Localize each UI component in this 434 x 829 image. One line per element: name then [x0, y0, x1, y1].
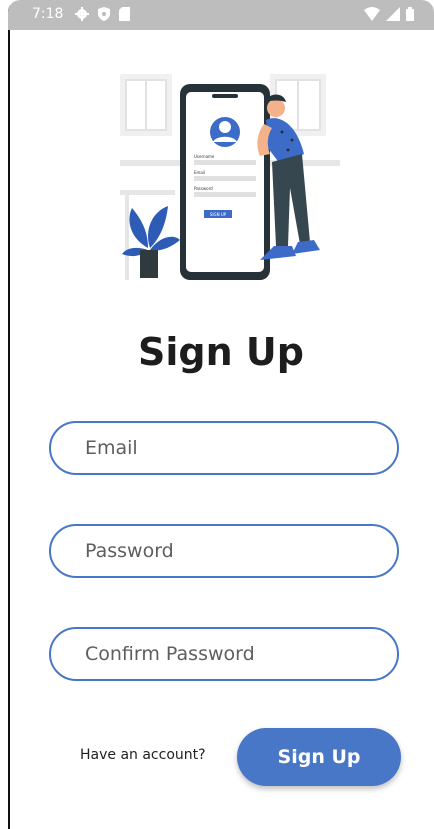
phone-field-label: Email [194, 170, 205, 175]
status-icons-right [364, 7, 414, 21]
plant-leaf [129, 208, 148, 248]
have-account-link[interactable]: Have an account? [80, 747, 206, 763]
email-field[interactable] [49, 421, 399, 475]
phone-field-label: Password [194, 186, 213, 191]
person-legs [272, 154, 310, 246]
sim-card-icon [119, 7, 130, 21]
phone-field-label: Username [194, 154, 215, 159]
phone-signup-text: SIGN UP [210, 212, 227, 217]
status-bar: 7:18 [8, 0, 434, 30]
status-time: 7:18 [32, 6, 64, 22]
signal-icon [386, 7, 400, 21]
person-head [267, 99, 285, 117]
sign-up-button[interactable]: Sign Up [237, 728, 401, 786]
email-input[interactable] [51, 423, 397, 473]
shield-icon [98, 7, 110, 21]
password-input[interactable] [51, 526, 397, 576]
app-screen: 7:18 Username Email Password SIGN UP Sig… [8, 0, 434, 829]
signup-illustration: Username Email Password SIGN UP [120, 74, 340, 280]
battery-icon [406, 7, 414, 21]
gear-icon [75, 7, 89, 21]
status-icons-left [75, 7, 130, 21]
confirm-password-field[interactable] [49, 627, 399, 681]
plant-pot [140, 250, 158, 278]
password-field[interactable] [49, 524, 399, 578]
wifi-icon [364, 7, 380, 21]
person-shoe [292, 240, 320, 254]
confirm-password-input[interactable] [51, 629, 397, 679]
page-title: Sign Up [138, 330, 304, 374]
